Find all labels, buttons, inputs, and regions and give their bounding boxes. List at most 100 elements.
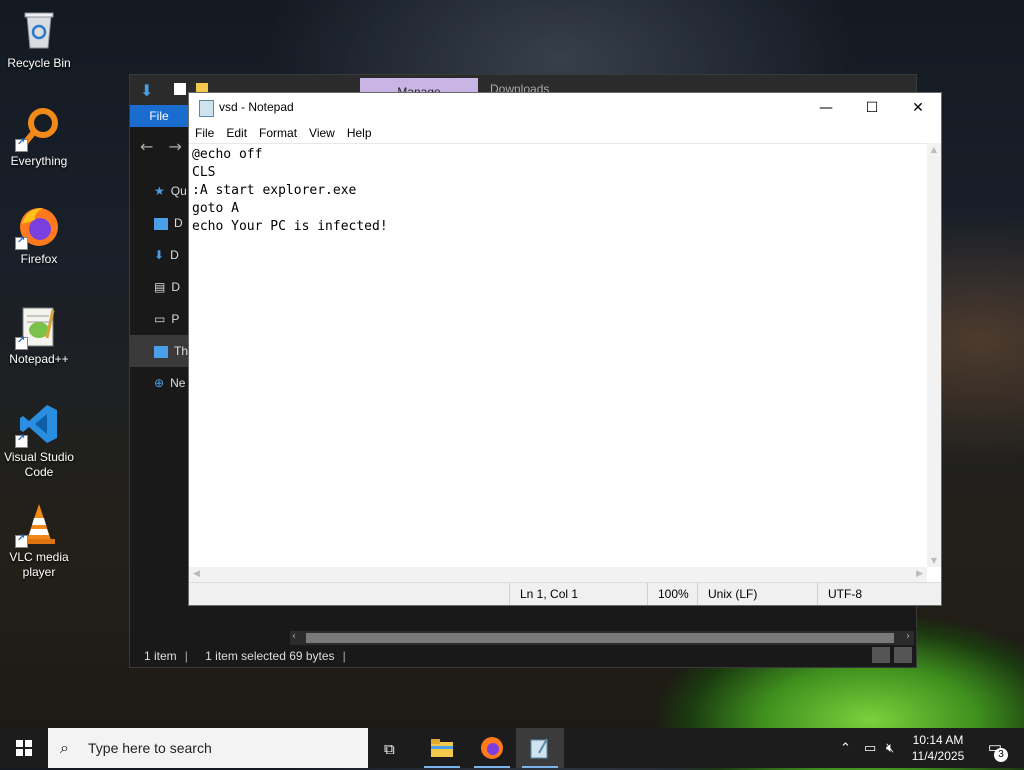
minimize-button[interactable]: — [803, 93, 849, 123]
properties-icon [174, 83, 186, 95]
taskbar-file-explorer[interactable] [418, 728, 466, 768]
scrollbar-thumb[interactable] [306, 633, 894, 643]
taskbar-notepad[interactable] [516, 728, 564, 768]
sidebar-item-quick-access[interactable]: ★ Qu [130, 175, 190, 207]
explorer-horizontal-scrollbar[interactable]: ‹ › [290, 631, 914, 645]
search-icon: ⌕ [60, 738, 69, 757]
recycle-bin-icon [17, 8, 61, 52]
tab-file[interactable]: File [130, 105, 188, 127]
folder-icon [431, 739, 453, 757]
desktop-icon-vlc[interactable]: VLC media player [2, 502, 76, 580]
scroll-up-icon[interactable]: ▲ [927, 145, 941, 154]
status-separator: | [184, 649, 188, 663]
back-arrow-icon[interactable]: ← [140, 137, 153, 156]
maximize-button[interactable]: ☐ [849, 93, 895, 123]
sidebar-item-label: D [174, 216, 183, 230]
sidebar-item-label: D [170, 248, 179, 262]
task-view-icon: ⧉ [384, 740, 395, 758]
clock-time: 10:14 AM [912, 733, 964, 747]
desktop-icon-notepad-plus-plus[interactable]: Notepad++ [2, 304, 76, 367]
desktop-icon-vscode[interactable]: Visual Studio Code [2, 402, 76, 480]
explorer-nav: ← → [140, 137, 182, 156]
sidebar-item-this-pc[interactable]: Th [130, 335, 190, 367]
menu-format[interactable]: Format [253, 123, 303, 143]
sidebar-item-desktop[interactable]: D [130, 207, 190, 239]
details-view-button[interactable] [872, 647, 890, 663]
notepad-plus-plus-icon [15, 304, 61, 350]
desktop-icon-label: Everything [10, 154, 68, 168]
notepad-titlebar[interactable]: vsd - Notepad — ☐ ✕ [189, 93, 941, 123]
menu-file[interactable]: File [189, 123, 220, 143]
sidebar-item-documents[interactable]: ▤ D [130, 271, 190, 303]
close-button[interactable]: ✕ [895, 93, 941, 123]
scroll-down-icon[interactable]: ▼ [927, 556, 941, 565]
desktop-icon-label: Firefox [20, 252, 58, 266]
clock-date: 11/4/2025 [911, 749, 965, 763]
taskbar-firefox[interactable] [468, 728, 516, 768]
status-selection: 1 item selected 69 bytes [205, 649, 335, 663]
desktop-icon-everything[interactable]: Everything [2, 106, 76, 169]
sidebar-item-label: Ne [170, 376, 186, 390]
menu-help[interactable]: Help [341, 123, 378, 143]
notification-count-badge: 3 [994, 748, 1008, 762]
clock[interactable]: 10:14 AM 11/4/2025 [908, 732, 968, 764]
menu-edit[interactable]: Edit [220, 123, 253, 143]
shortcut-arrow-icon [15, 335, 28, 350]
large-icons-view-button[interactable] [894, 647, 912, 663]
network-icon[interactable]: ▭ [864, 740, 876, 756]
notepad-title: vsd - Notepad [219, 100, 294, 114]
desktop-icon-label: VLC media player [9, 550, 69, 579]
desktop-icon-firefox[interactable]: Firefox [2, 204, 76, 267]
scroll-right-icon[interactable]: › [906, 631, 910, 642]
status-cursor-position: Ln 1, Col 1 [509, 583, 578, 605]
document-icon: ▤ [154, 280, 166, 294]
sidebar-item-label: D [171, 280, 181, 294]
taskbar: ⌕ Type here to search ⧉ ⌃ ▭ 🔇︎ 10:14 AM … [0, 728, 1024, 768]
firefox-icon [15, 204, 61, 250]
shortcut-arrow-icon [15, 433, 28, 448]
network-icon: ⊕ [154, 376, 165, 390]
status-encoding: UTF-8 [817, 583, 862, 605]
windows-logo-icon [16, 740, 32, 756]
pictures-icon: ▭ [154, 312, 166, 326]
download-arrow-icon: ⬇ [140, 81, 154, 100]
task-view-button[interactable]: ⧉ [368, 728, 416, 768]
sidebar-item-label: Qu [170, 184, 187, 198]
menu-view[interactable]: View [303, 123, 341, 143]
desktop-icon-recycle-bin[interactable]: Recycle Bin [2, 8, 76, 71]
notepad-app-icon [199, 100, 214, 117]
system-tray: ⌃ ▭ 🔇︎ 10:14 AM 11/4/2025 ▭ 3 [824, 728, 1024, 768]
sidebar-item-downloads[interactable]: ⬇ D [130, 239, 190, 271]
desktop-icon-label: Visual Studio Code [4, 450, 74, 479]
desktop-folder-icon [154, 217, 168, 230]
taskbar-search-box[interactable]: ⌕ Type here to search [48, 728, 368, 768]
status-item-count: 1 item [144, 649, 177, 663]
search-placeholder: Type here to search [88, 740, 212, 756]
star-icon: ★ [154, 184, 165, 198]
vlc-cone-icon [15, 502, 61, 548]
volume-muted-icon[interactable]: 🔇︎ [886, 740, 894, 756]
document-content[interactable]: @echo off CLS :A start explorer.exe goto… [189, 144, 927, 238]
notepad-status-bar: Ln 1, Col 1 100% Unix (LF) UTF-8 [189, 582, 941, 605]
notepad-window[interactable]: vsd - Notepad — ☐ ✕ File Edit Format View He… [188, 92, 942, 606]
chevron-up-icon[interactable]: ⌃ [840, 740, 851, 756]
notepad-text-area[interactable]: @echo off CLS :A start explorer.exe goto… [189, 143, 927, 567]
everything-search-icon [15, 106, 61, 152]
shortcut-arrow-icon [15, 533, 28, 548]
download-icon: ⬇ [154, 248, 165, 262]
scroll-left-icon[interactable]: ‹ [292, 631, 296, 642]
status-zoom: 100% [647, 583, 689, 605]
sidebar-item-label: P [171, 312, 180, 326]
notepad-menubar: File Edit Format View Help [189, 123, 941, 143]
status-separator: | [342, 649, 346, 663]
scroll-right-icon[interactable]: ▶ [916, 569, 923, 579]
shortcut-arrow-icon [15, 235, 28, 250]
start-button[interactable] [0, 728, 48, 768]
shortcut-arrow-icon [15, 137, 28, 152]
sidebar-item-network[interactable]: ⊕ Ne [130, 367, 190, 399]
notepad-horizontal-scrollbar[interactable]: ◀ ▶ [189, 567, 927, 583]
forward-arrow-icon[interactable]: → [169, 137, 182, 156]
scroll-left-icon[interactable]: ◀ [193, 569, 200, 579]
sidebar-item-pictures[interactable]: ▭ P [130, 303, 190, 335]
notepad-vertical-scrollbar[interactable]: ▲ ▼ [927, 143, 941, 567]
